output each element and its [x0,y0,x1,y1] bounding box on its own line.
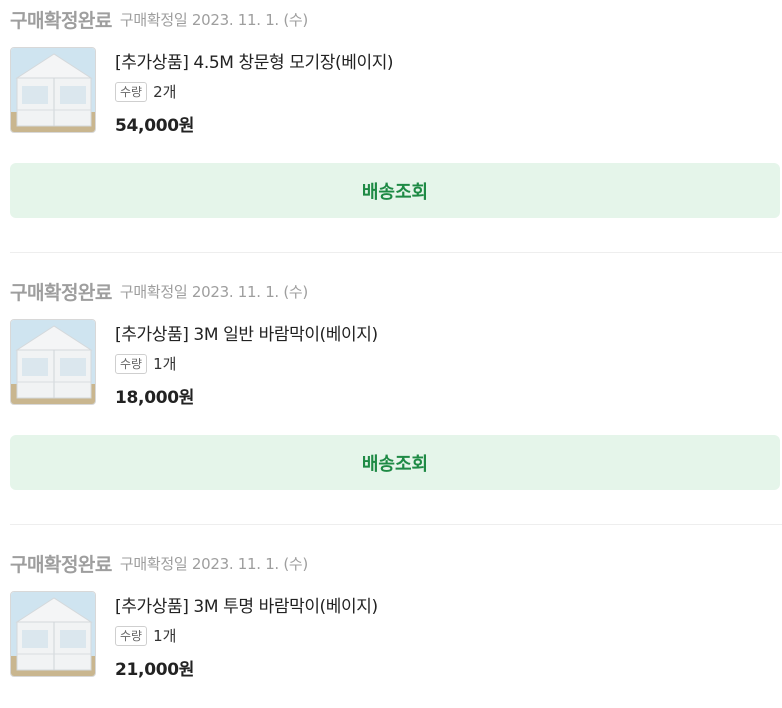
order-item: 구매확정완료 구매확정일 2023. 11. 1. (수) [추가상품] 3M … [0,544,782,708]
order-list: 구매확정완료 구매확정일 2023. 11. 1. (수) [추가상품] 4.5… [0,0,782,708]
quantity-value: 1개 [153,627,177,645]
confirm-date: 구매확정일 2023. 11. 1. (수) [119,554,308,573]
quantity-badge: 수량 [115,353,148,374]
tent-image [11,320,95,404]
track-delivery-label: 배송조회 [361,181,429,203]
product-title[interactable]: [추가상품] 3M 일반 바람막이(베이지) [115,320,378,345]
tent-image [11,592,95,676]
quantity-row: 수량 1개 [115,625,176,646]
product-thumbnail[interactable] [10,47,96,133]
tent-image [11,48,95,132]
track-delivery-button[interactable]: 배송조회 [10,163,780,218]
order-status: 구매확정완료 [10,9,112,32]
track-delivery-button[interactable]: 배송조회 [10,435,780,490]
track-delivery-label: 배송조회 [361,453,429,475]
order-item: 구매확정완료 구매확정일 2023. 11. 1. (수) [추가상품] 3M … [0,272,782,544]
order-header: 구매확정완료 구매확정일 2023. 11. 1. (수) [10,5,308,33]
product-title[interactable]: [추가상품] 3M 투명 바람막이(베이지) [115,592,378,617]
order-header: 구매확정완료 구매확정일 2023. 11. 1. (수) [10,549,308,577]
product-title[interactable]: [추가상품] 4.5M 창문형 모기장(베이지) [115,48,394,73]
product-price: 18,000원 [115,388,195,408]
product-price: 21,000원 [115,660,195,680]
divider [10,252,782,253]
quantity-badge: 수량 [115,625,148,646]
confirm-date: 구매확정일 2023. 11. 1. (수) [119,282,308,301]
quantity-value: 1개 [153,355,177,373]
divider [10,524,782,525]
product-thumbnail[interactable] [10,319,96,405]
quantity-row: 수량 2개 [115,81,176,102]
quantity-value: 2개 [153,83,177,101]
quantity-badge: 수량 [115,81,148,102]
order-header: 구매확정완료 구매확정일 2023. 11. 1. (수) [10,277,308,305]
confirm-date: 구매확정일 2023. 11. 1. (수) [119,10,308,29]
product-thumbnail[interactable] [10,591,96,677]
order-status: 구매확정완료 [10,281,112,304]
product-price: 54,000원 [115,116,195,136]
order-item: 구매확정완료 구매확정일 2023. 11. 1. (수) [추가상품] 4.5… [0,0,782,272]
quantity-row: 수량 1개 [115,353,176,374]
order-status: 구매확정완료 [10,553,112,576]
